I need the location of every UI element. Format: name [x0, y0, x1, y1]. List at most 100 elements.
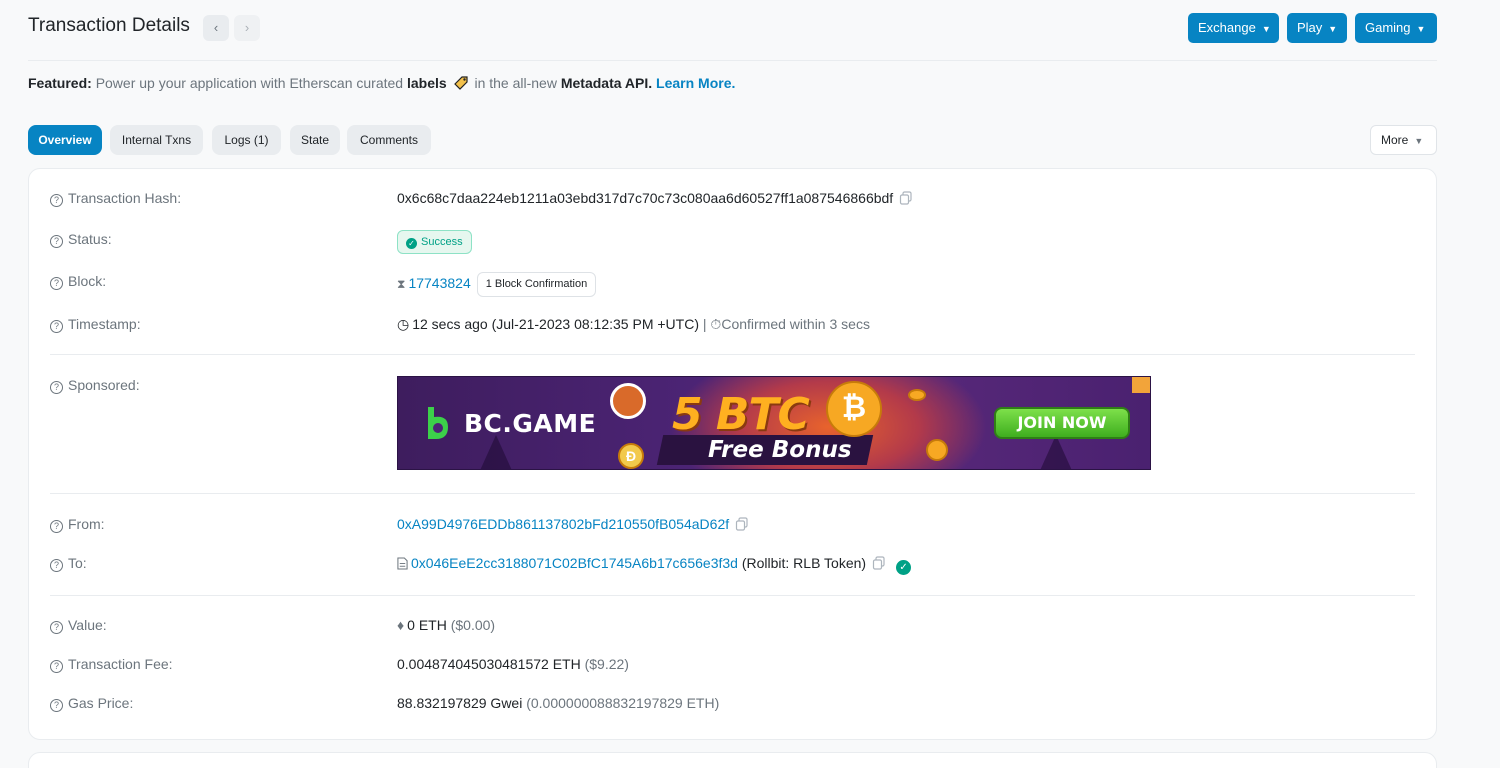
shiba-coin-icon [610, 383, 646, 419]
row-label: ? From: [50, 516, 105, 533]
more-dropdown-button[interactable]: More ▼ [1370, 125, 1437, 155]
block-number-link[interactable]: 17743824 [408, 275, 470, 291]
help-icon[interactable]: ? [50, 277, 63, 290]
fee-amount: 0.004874045030481572 ETH [397, 656, 581, 672]
bitcoin-coin-icon: ₿ [826, 381, 882, 437]
play-dropdown-button[interactable]: Play ▼ [1287, 13, 1347, 43]
row-transaction-hash: ? Transaction Hash: 0x6c68c7daa224eb1211a… [50, 190, 1415, 210]
row-label: ? Timestamp: [50, 316, 141, 333]
gas-amount: 88.832197829 Gwei [397, 695, 523, 711]
row-value: ⧗ 17743824 1 Block Confirmation [397, 272, 597, 297]
to-label: To: [68, 555, 87, 571]
row-timestamp: ? Timestamp: ◷ 12 secs ago (Jul-21-2023 08… [50, 316, 1415, 336]
copy-icon[interactable] [899, 191, 913, 205]
ad-brand: BC.GAME [464, 409, 597, 438]
help-icon[interactable]: ? [50, 520, 63, 533]
chevron-down-icon: ▼ [1414, 136, 1424, 146]
chevron-down-icon: ▼ [1261, 24, 1271, 34]
tab-overview[interactable]: Overview [28, 125, 102, 155]
row-status: ? Status: ✓ Success [50, 230, 1415, 254]
featured-text-2: in the all-new [474, 75, 557, 91]
contract-file-icon [397, 557, 408, 570]
row-block: ? Block: ⧗ 17743824 1 Block Confirmation [50, 272, 1415, 297]
help-icon[interactable]: ? [50, 621, 63, 634]
row-value: 0xA99D4976EDDb861137802bFd210550fB054aD6… [397, 516, 749, 532]
gaming-dropdown-button[interactable]: Gaming ▼ [1355, 13, 1437, 43]
palm-silhouette [478, 435, 514, 469]
status-badge: ✓ Success [397, 230, 472, 254]
small-coin-icon [926, 439, 948, 461]
to-contract-name: (Rollbit: RLB Token) [741, 555, 867, 571]
help-icon[interactable]: ? [50, 699, 63, 712]
help-icon[interactable]: ? [50, 235, 63, 248]
row-label: ? Transaction Hash: [50, 190, 181, 207]
featured-banner: Featured: Power up your application with… [28, 75, 735, 91]
help-icon[interactable]: ? [50, 559, 63, 572]
tab-logs[interactable]: Logs (1) [212, 125, 281, 155]
value-amount: 0 ETH [407, 617, 447, 633]
row-label: ? Value: [50, 617, 107, 634]
exchange-label: Exchange [1198, 20, 1256, 35]
copy-icon[interactable] [872, 556, 886, 570]
exchange-dropdown-button[interactable]: Exchange ▼ [1188, 13, 1279, 43]
featured-api: Metadata API. [560, 75, 653, 91]
row-to: ? To: 0x046EeE2cc3188071C02BfC1745A6b17c6… [50, 555, 1415, 575]
learn-more-link[interactable]: Learn More. [656, 75, 735, 91]
from-address-link[interactable]: 0xA99D4976EDDb861137802bFd210550fB054aD6… [397, 516, 729, 532]
palm-silhouette [1038, 435, 1074, 469]
row-value: ♦ 0 ETH ($0.00) [397, 617, 495, 633]
value-label: Value: [68, 617, 107, 633]
row-label: ? Sponsored: [50, 377, 140, 394]
row-gas-price: ? Gas Price: 88.832197829 Gwei (0.0000000… [50, 695, 1415, 715]
sponsored-ad-banner[interactable]: BC.GAME Ð 5 BTC Free Bonus ₿ JOIN NOW [397, 376, 1151, 470]
gaming-label: Gaming [1365, 20, 1411, 35]
row-label: ? Status: [50, 231, 112, 248]
page-header: Transaction Details ‹ › Exchange ▼ Play ▼ … [28, 12, 1438, 44]
ad-join-now-button[interactable]: JOIN NOW [994, 407, 1130, 439]
row-label: ? Gas Price: [50, 695, 133, 712]
help-icon[interactable]: ? [50, 381, 63, 394]
help-icon[interactable]: ? [50, 320, 63, 333]
from-label: From: [68, 516, 105, 532]
status-value: Success [421, 236, 463, 248]
chevron-down-icon: ▼ [1328, 24, 1338, 34]
help-icon[interactable]: ? [50, 660, 63, 673]
prev-transaction-button[interactable]: ‹ [203, 15, 229, 41]
tab-state[interactable]: State [290, 125, 340, 155]
page-title: Transaction Details [28, 15, 190, 36]
tab-comments[interactable]: Comments [347, 125, 431, 155]
copy-icon[interactable] [735, 517, 749, 531]
header-divider [28, 60, 1437, 61]
row-value: 0x6c68c7daa224eb1211a03ebd317d7c70c73c08… [397, 190, 913, 206]
gas-eth: (0.000000088832197829 ETH) [526, 695, 720, 711]
timestamp-label: Timestamp: [68, 316, 141, 332]
sponsored-label: Sponsored: [68, 377, 140, 393]
row-from: ? From: 0xA99D4976EDDb861137802bFd210550f… [50, 516, 1415, 536]
row-label: ? Block: [50, 273, 106, 290]
section-divider [50, 595, 1415, 596]
row-value-eth: ? Value: ♦ 0 ETH ($0.00) [50, 617, 1415, 637]
separator: | [702, 316, 707, 332]
chevron-down-icon: ▼ [1416, 24, 1426, 34]
ad-choices-icon[interactable] [1132, 377, 1150, 393]
tab-internal-txns[interactable]: Internal Txns [110, 125, 203, 155]
featured-prefix: Featured: [28, 75, 92, 91]
timestamp-value: 12 secs ago (Jul-21-2023 08:12:35 PM +UT… [412, 316, 699, 332]
block-confirmation-badge: 1 Block Confirmation [476, 272, 597, 297]
next-transaction-button[interactable]: › [234, 15, 260, 41]
row-value: 0.004874045030481572 ETH ($9.22) [397, 656, 629, 672]
help-icon[interactable]: ? [50, 194, 63, 207]
clock-icon: ◷ [397, 316, 410, 332]
tx-hash-value[interactable]: 0x6c68c7daa224eb1211a03ebd317d7c70c73c08… [397, 190, 893, 206]
to-address-link[interactable]: 0x046EeE2cc3188071C02BfC1745A6b17c656e3f… [411, 555, 738, 571]
featured-labels: labels [406, 75, 447, 91]
doge-coin-icon: Ð [618, 443, 644, 469]
fee-label: Transaction Fee: [68, 656, 173, 672]
row-value: 0x046EeE2cc3188071C02BfC1745A6b17c656e3f… [397, 555, 912, 575]
featured-text-1: Power up your application with Etherscan… [95, 75, 404, 91]
bc-game-logo-icon [428, 407, 448, 439]
row-value: ◷ 12 secs ago (Jul-21-2023 08:12:35 PM +U… [397, 316, 870, 333]
status-label: Status: [68, 231, 112, 247]
section-divider [50, 493, 1415, 494]
hourglass-icon: ⧗ [397, 277, 406, 291]
